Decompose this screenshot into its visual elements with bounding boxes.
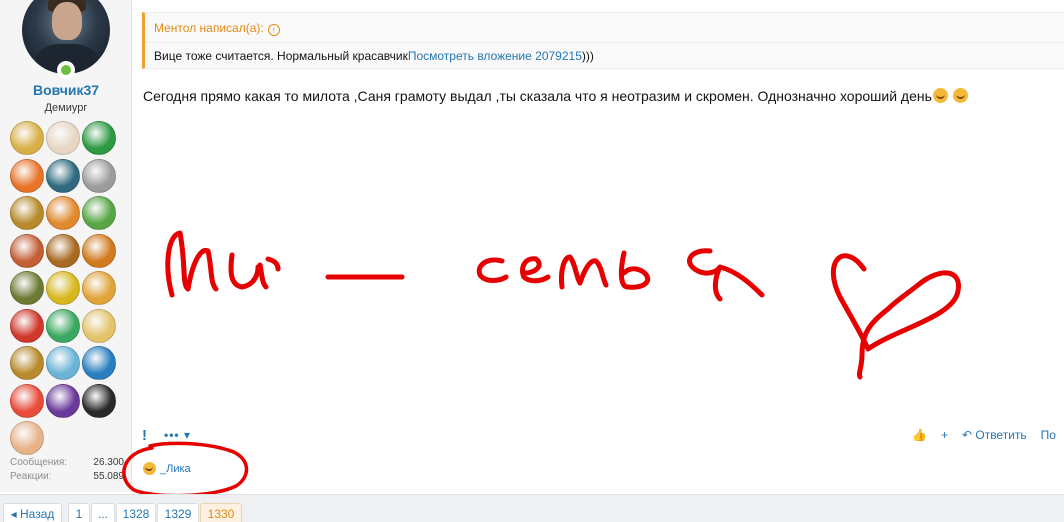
like-icon[interactable]: 👍 — [912, 428, 927, 442]
pirate-ship-icon[interactable] — [82, 233, 116, 268]
bearded-man-icon[interactable] — [46, 158, 80, 193]
flower-icon[interactable] — [10, 421, 44, 455]
quote-text: Вице тоже считается. Нормальный красавчи… — [154, 49, 594, 63]
ink-stroke-heart — [830, 253, 961, 380]
user-stats: Сообщения: 26.300 Реакции: 55.089 — [10, 457, 124, 485]
trophy-grid — [10, 121, 122, 455]
camel-icon[interactable] — [82, 271, 116, 305]
map-icon[interactable] — [82, 196, 116, 230]
quote-block: Ментол написал(а): ↑ Вице тоже считается.… — [142, 12, 1064, 69]
ink-stroke-ya — [687, 248, 765, 302]
smile-emoji-icon — [932, 88, 948, 103]
candy-badge-icon[interactable] — [10, 383, 44, 418]
prev-page-button[interactable]: ◂ Назад — [3, 503, 62, 522]
page-1328-button[interactable]: 1328 — [116, 503, 156, 522]
emerald-city-icon[interactable] — [46, 308, 80, 343]
medical-bag-icon[interactable] — [82, 121, 116, 155]
post-actions: 👍 + ↶ Ответить По — [912, 428, 1056, 442]
people-circle-icon[interactable] — [10, 158, 44, 193]
quote-author-link[interactable]: Ментол написал(а): ↑ — [154, 21, 280, 36]
eye-circle-icon[interactable] — [46, 383, 80, 418]
laurel-icon[interactable] — [10, 121, 44, 155]
snowman-icon[interactable] — [46, 121, 80, 155]
page-1330-current[interactable]: 1330 — [200, 503, 242, 522]
horseshoe-icon[interactable] — [82, 308, 116, 343]
gold-star-medal-icon[interactable] — [10, 196, 44, 230]
page-1-button[interactable]: 1 — [68, 503, 90, 522]
share-button-cut[interactable]: По — [1041, 428, 1056, 442]
stat-reactions: Реакции: 55.089 — [10, 471, 124, 482]
theatre-masks-icon[interactable] — [10, 308, 44, 343]
page-1329-button[interactable]: 1329 — [157, 503, 199, 522]
post-message: Сегодня прямо какая то милота ,Саня грам… — [143, 88, 968, 104]
user-info-panel: Вовчик37 Демиург Сообщения: 26.300 Реакц… — [0, 0, 132, 492]
attachment-link[interactable]: Посмотреть вложение 2079215 — [408, 49, 582, 63]
plus-icon[interactable]: + — [941, 428, 948, 442]
ink-stroke-e — [520, 256, 551, 284]
landscape-icon[interactable] — [46, 346, 80, 380]
suitcase-2-icon[interactable] — [10, 233, 44, 268]
laughing-emoji-icon — [952, 88, 968, 103]
anniversary-90-icon[interactable] — [82, 346, 116, 380]
ink-stroke-m2 — [559, 254, 609, 290]
handwritten-drawing-image — [165, 230, 961, 380]
page-jump-button[interactable]: ... — [91, 503, 115, 522]
ink-stroke-y — [228, 252, 281, 290]
treasure-chest-icon[interactable] — [46, 233, 80, 268]
online-status-icon — [57, 61, 75, 79]
forum-post-page: Вовчик37 Демиург Сообщения: 26.300 Реакц… — [0, 0, 1064, 522]
reply-button[interactable]: ↶ Ответить — [962, 428, 1027, 442]
arrow-up-icon[interactable]: ↑ — [267, 24, 280, 36]
tiger-icon[interactable] — [46, 196, 80, 230]
ink-stroke-soft — [618, 250, 651, 290]
knight-icon[interactable] — [82, 158, 116, 193]
username-link[interactable]: Вовчик37 — [0, 82, 132, 98]
stat-messages: Сообщения: 26.300 — [10, 457, 124, 468]
soldier-icon[interactable] — [10, 271, 44, 305]
detective-icon[interactable] — [46, 271, 80, 305]
ink-stroke-m — [165, 230, 219, 298]
ink-stroke-s — [476, 257, 509, 283]
user-title: Демиург — [44, 102, 88, 114]
gold-star-medal-icon[interactable] — [10, 346, 44, 380]
gentleman-icon[interactable] — [82, 383, 116, 418]
pagination-bar: ◂ Назад 1 ... 1328 1329 1330 — [0, 494, 1064, 522]
